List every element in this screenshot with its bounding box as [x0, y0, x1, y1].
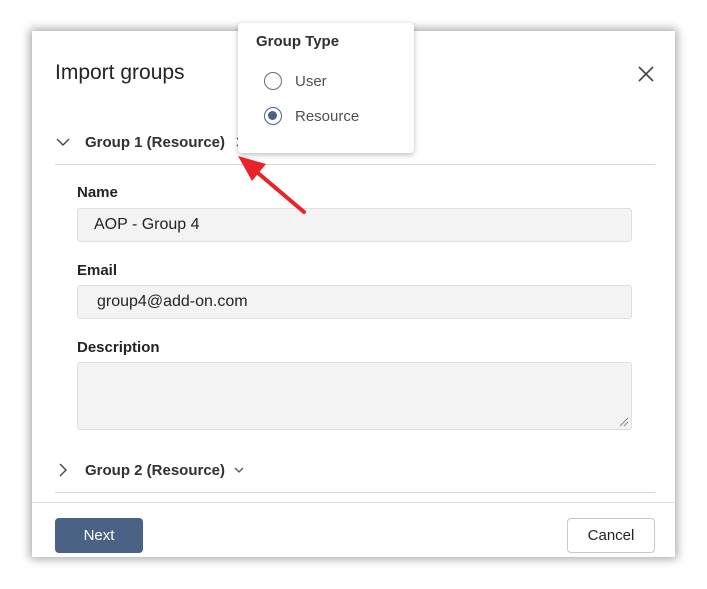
annotation-arrow-icon — [238, 156, 306, 214]
